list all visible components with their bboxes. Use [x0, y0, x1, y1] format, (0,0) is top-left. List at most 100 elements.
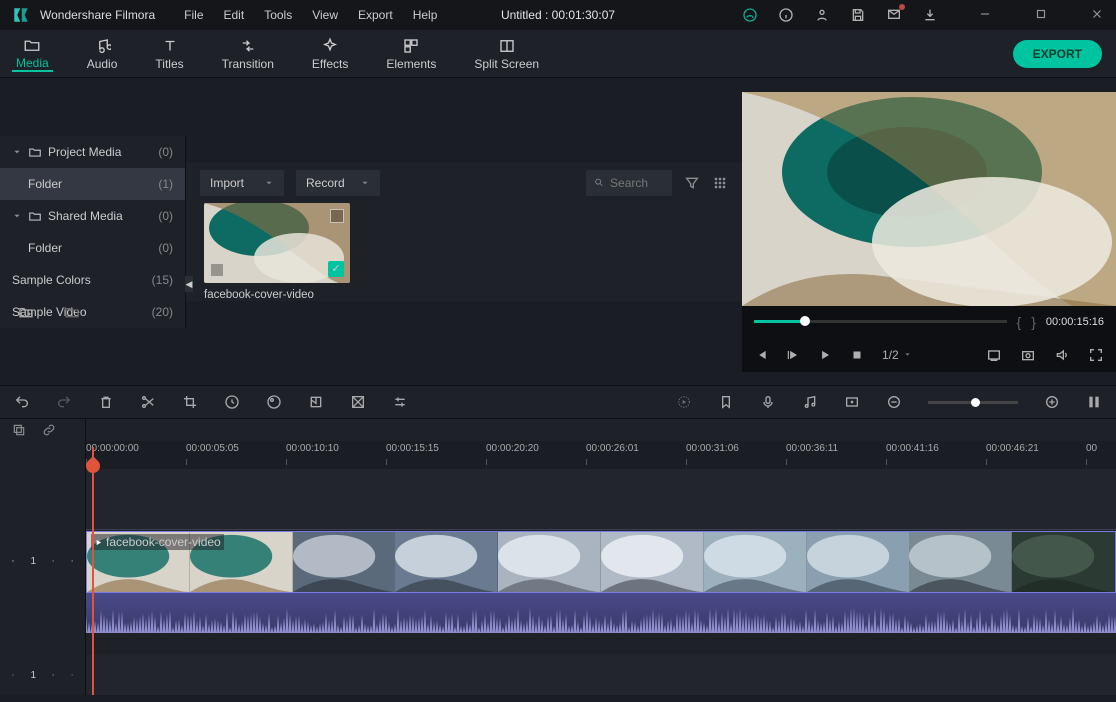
play-button[interactable] [818, 348, 832, 362]
timeline-ruler[interactable]: 00:00:00:0000:00:05:0500:00:10:1000:00:1… [86, 441, 1116, 469]
seek-bar[interactable]: { } 00:00:15:16 [742, 306, 1116, 338]
media-sidebar: Project Media (0) Folder (1) Shared Medi… [0, 136, 186, 328]
media-browser: Import Record ✓ facebook-cover-video [186, 163, 742, 301]
preview-canvas[interactable] [742, 92, 1116, 306]
folder-icon[interactable] [64, 304, 80, 320]
menu-view[interactable]: View [303, 0, 347, 30]
sidebar-collapse-button[interactable]: ◀ [185, 276, 193, 292]
filmstrip-icon [330, 209, 344, 223]
tab-splitscreen[interactable]: Split Screen [470, 37, 543, 71]
split-button[interactable] [140, 394, 156, 410]
preview-timecode: 00:00:15:16 [1046, 316, 1104, 328]
marker-button[interactable] [718, 394, 734, 410]
color-button[interactable] [266, 394, 282, 410]
chevron-down-icon [12, 147, 22, 157]
zoom-out-button[interactable] [886, 394, 902, 410]
search-icon [594, 176, 604, 189]
export-button[interactable]: EXPORT [1013, 40, 1102, 68]
sidebar-item-shared-media[interactable]: Shared Media (0) [0, 200, 185, 232]
adjust-button[interactable] [392, 394, 408, 410]
sidebar-item-folder[interactable]: Folder (0) [0, 232, 185, 264]
zoom-slider[interactable] [928, 401, 1018, 404]
audio-track-header[interactable]: 1 [0, 655, 85, 695]
tab-audio[interactable]: Audio [83, 37, 122, 71]
mark-in-button[interactable]: { [1017, 314, 1022, 330]
quality-button[interactable] [986, 347, 1002, 363]
undo-button[interactable] [14, 394, 30, 410]
sidebar-item-sample-colors[interactable]: Sample Colors (15) [0, 264, 185, 296]
delete-button[interactable] [98, 394, 114, 410]
lock-icon[interactable] [52, 669, 54, 681]
folder-icon [28, 209, 42, 223]
info-icon[interactable] [778, 7, 794, 23]
video-track-icon [12, 555, 14, 567]
clip-label: facebook-cover-video [91, 534, 224, 550]
volume-button[interactable] [1054, 347, 1070, 363]
folder-icon [28, 145, 42, 159]
playback-speed-dropdown[interactable]: 1/2 [882, 348, 912, 362]
audio-track-linked[interactable] [86, 593, 1116, 633]
stop-button[interactable] [850, 348, 864, 362]
zoom-fit-button[interactable] [1086, 394, 1102, 410]
import-dropdown[interactable]: Import [200, 170, 284, 196]
voiceover-button[interactable] [760, 394, 776, 410]
eye-icon[interactable] [71, 555, 73, 567]
save-icon[interactable] [850, 7, 866, 23]
audio-waveform [86, 593, 1116, 633]
menu-tools[interactable]: Tools [255, 0, 301, 30]
tab-effects[interactable]: Effects [308, 37, 352, 71]
aspect-button[interactable] [844, 394, 860, 410]
link-button[interactable] [42, 423, 56, 437]
record-dropdown[interactable]: Record [296, 170, 380, 196]
music-track[interactable] [86, 655, 1116, 695]
tab-elements[interactable]: Elements [382, 37, 440, 71]
video-track-header[interactable]: 1 [0, 529, 85, 593]
sidebar-item-folder-selected[interactable]: Folder (1) [0, 168, 185, 200]
timeline-tracks[interactable]: 00:00:00:0000:00:05:0500:00:10:1000:00:1… [86, 419, 1116, 695]
play-pause-button[interactable] [786, 348, 800, 362]
sidebar-item-project-media[interactable]: Project Media (0) [0, 136, 185, 168]
download-icon[interactable] [922, 7, 938, 23]
render-button[interactable] [676, 394, 692, 410]
video-track[interactable]: facebook-cover-video [86, 529, 1116, 593]
menu-file[interactable]: File [175, 0, 212, 30]
menu-edit[interactable]: Edit [215, 0, 254, 30]
grid-view-icon[interactable] [712, 175, 728, 191]
green-screen-button[interactable] [308, 394, 324, 410]
search-input[interactable] [586, 170, 672, 196]
tab-transition[interactable]: Transition [218, 37, 278, 71]
maximize-button[interactable] [1034, 7, 1050, 23]
tab-media[interactable]: Media [12, 36, 53, 72]
account-icon[interactable] [814, 7, 830, 23]
lock-icon[interactable] [52, 555, 54, 567]
add-track-button[interactable] [12, 423, 26, 437]
keyframe-button[interactable] [350, 394, 366, 410]
menu-export[interactable]: Export [349, 0, 402, 30]
filter-icon[interactable] [684, 175, 700, 191]
video-clip[interactable]: facebook-cover-video [86, 531, 1116, 593]
crop-button[interactable] [182, 394, 198, 410]
app-logo [10, 4, 32, 26]
zoom-in-button[interactable] [1044, 394, 1060, 410]
speaker-icon[interactable] [71, 669, 73, 681]
fullscreen-button[interactable] [1088, 347, 1104, 363]
close-button[interactable] [1090, 7, 1106, 23]
add-to-timeline-icon[interactable] [210, 263, 224, 277]
audio-mixer-button[interactable] [802, 394, 818, 410]
minimize-button[interactable] [978, 7, 994, 23]
preview-panel: { } 00:00:15:16 1/2 [742, 92, 1116, 372]
redo-button[interactable] [56, 394, 72, 410]
snapshot-button[interactable] [1020, 347, 1036, 363]
tab-titles[interactable]: Titles [151, 37, 187, 71]
new-folder-icon[interactable] [18, 304, 34, 320]
speed-button[interactable] [224, 394, 240, 410]
support-icon[interactable] [742, 7, 758, 23]
message-icon[interactable] [886, 7, 902, 23]
title-bar: Wondershare Filmora File Edit Tools View… [0, 0, 1116, 30]
main-area: Project Media (0) Folder (1) Shared Medi… [0, 78, 1116, 385]
prev-frame-button[interactable] [754, 348, 768, 362]
mark-out-button[interactable]: } [1031, 314, 1036, 330]
empty-track[interactable] [86, 469, 1116, 529]
menu-help[interactable]: Help [404, 0, 447, 30]
media-item[interactable]: ✓ facebook-cover-video [204, 203, 350, 301]
